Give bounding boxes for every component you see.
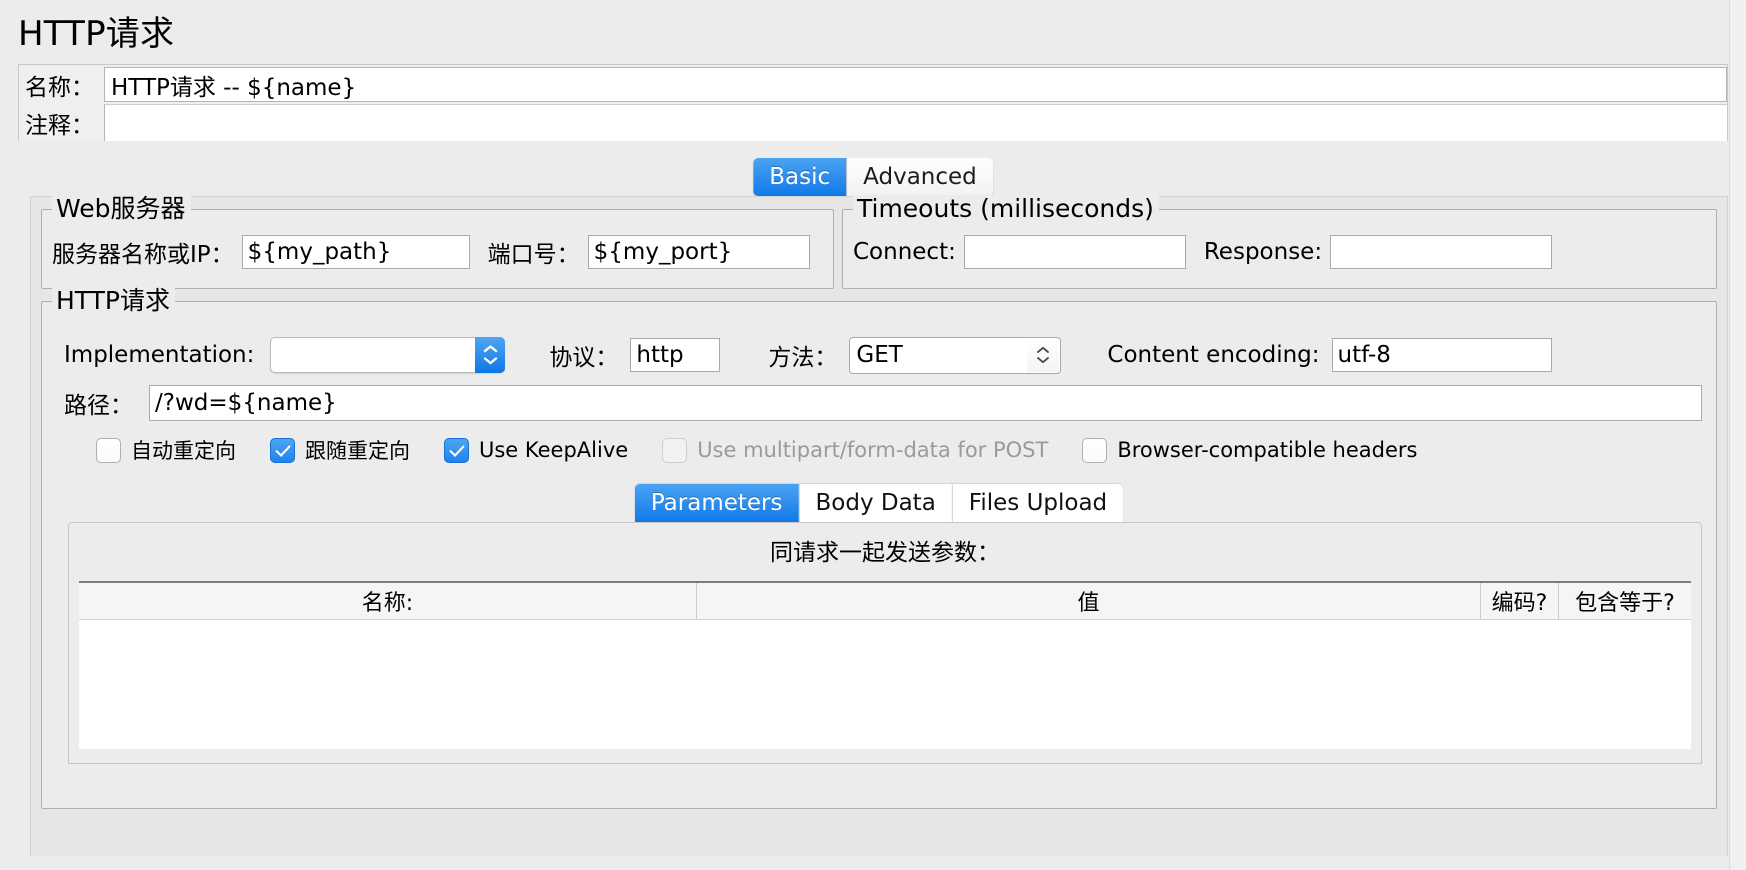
name-row: 名称： HTTP请求 -- ${name} <box>19 65 1727 104</box>
parameters-caption: 同请求一起发送参数： <box>770 540 1000 566</box>
checkbox-label: 跟随重定向 <box>305 439 410 463</box>
content-encoding-label: Content encoding: <box>1107 342 1320 368</box>
vertical-scrollbar[interactable] <box>1729 0 1746 870</box>
comment-row: 注释： <box>19 104 1727 141</box>
basic-panel: Web服务器 服务器名称或IP： ${my_path} 端口号： ${my_po… <box>30 195 1728 856</box>
inner-tabbar: Parameters Body Data Files Upload <box>634 484 1124 522</box>
content-encoding-input[interactable]: utf-8 <box>1331 338 1552 372</box>
path-row: 路径： /?wd=${name} <box>42 372 1716 422</box>
tab-basic[interactable]: Basic <box>753 158 848 196</box>
checkbox-box[interactable] <box>96 437 121 463</box>
path-label: 路径： <box>64 393 133 419</box>
stepper-updown-icon[interactable] <box>1027 338 1060 372</box>
server-name-label: 服务器名称或IP： <box>52 242 234 268</box>
page-title: HTTP请求 <box>18 14 175 54</box>
tab-body-data[interactable]: Body Data <box>799 484 953 522</box>
timeouts-fields: Connect: Response: <box>853 226 1706 278</box>
http-request-group: HTTP请求 Implementation: 协议： http 方法： GET <box>41 287 1717 809</box>
column-header-value[interactable]: 值 <box>697 583 1481 619</box>
protocol-label: 协议： <box>549 345 619 371</box>
protocol-input[interactable]: http <box>630 338 721 372</box>
chevron-updown-icon[interactable] <box>475 337 506 373</box>
checkbox-use-multipart: Use multipart/form-data for POST <box>662 437 1049 463</box>
tab-advanced[interactable]: Advanced <box>847 158 993 196</box>
port-label: 端口号： <box>487 242 580 268</box>
parameters-table-body[interactable] <box>79 620 1691 749</box>
name-input[interactable]: HTTP请求 -- ${name} <box>104 67 1727 102</box>
method-label: 方法： <box>768 345 838 371</box>
parameters-table-header: 名称: 值 编码? 包含等于? <box>79 583 1691 620</box>
checkbox-auto-redirect[interactable]: 自动重定向 <box>96 435 236 465</box>
checkbox-browser-compatible-headers[interactable]: Browser-compatible headers <box>1082 437 1418 463</box>
inner-tabbar-wrap: Parameters Body Data Files Upload <box>42 484 1716 522</box>
column-header-encode[interactable]: 编码? <box>1481 583 1559 619</box>
comment-label: 注释： <box>19 104 104 141</box>
path-input[interactable]: /?wd=${name} <box>149 385 1702 421</box>
method-combo[interactable]: GET <box>849 336 1062 374</box>
connect-timeout-input[interactable] <box>963 235 1186 269</box>
http-request-group-title: HTTP请求 <box>52 287 175 315</box>
tab-parameters[interactable]: Parameters <box>634 484 800 522</box>
column-header-name[interactable]: 名称: <box>79 583 697 619</box>
checkbox-box[interactable] <box>1082 437 1108 463</box>
name-label: 名称： <box>19 65 104 104</box>
timeouts-group-title: Timeouts (milliseconds) <box>853 195 1159 223</box>
comment-input[interactable] <box>104 104 1727 141</box>
web-server-group-title: Web服务器 <box>52 195 191 223</box>
options-row: 自动重定向 跟随重定向 Use KeepAlive Use multipart/… <box>42 422 1716 466</box>
checkbox-use-keepalive[interactable]: Use KeepAlive <box>444 437 629 463</box>
connect-timeout-label: Connect: <box>853 239 956 265</box>
meta-block: 名称： HTTP请求 -- ${name} 注释： <box>18 64 1728 141</box>
checkbox-box <box>662 437 688 463</box>
response-timeout-input[interactable] <box>1330 235 1553 269</box>
implementation-row: Implementation: 协议： http 方法： GET Content… <box>42 320 1716 374</box>
port-input[interactable]: ${my_port} <box>587 235 810 269</box>
top-tabbar-wrap: Basic Advanced <box>0 158 1746 196</box>
tab-files-upload[interactable]: Files Upload <box>952 484 1124 522</box>
parameters-table: 名称: 值 编码? 包含等于? <box>79 581 1691 749</box>
response-timeout-label: Response: <box>1203 239 1323 265</box>
implementation-combo[interactable] <box>270 337 506 373</box>
server-name-input[interactable]: ${my_path} <box>241 235 470 269</box>
checkbox-box[interactable] <box>444 437 469 463</box>
parameters-panel: 同请求一起发送参数： 名称: 值 编码? 包含等于? <box>68 522 1702 764</box>
checkbox-follow-redirect[interactable]: 跟随重定向 <box>270 435 410 465</box>
checkbox-label: 自动重定向 <box>131 439 236 463</box>
checkbox-label: Browser-compatible headers <box>1117 438 1418 462</box>
implementation-label: Implementation: <box>64 342 255 368</box>
column-header-include-equals[interactable]: 包含等于? <box>1559 583 1691 619</box>
top-groups-row: Web服务器 服务器名称或IP： ${my_path} 端口号： ${my_po… <box>31 195 1727 289</box>
checkbox-box[interactable] <box>270 437 295 463</box>
method-value: GET <box>856 342 903 368</box>
checkbox-label: Use multipart/form-data for POST <box>697 438 1049 462</box>
timeouts-group: Timeouts (milliseconds) Connect: Respons… <box>842 195 1717 289</box>
web-server-fields: 服务器名称或IP： ${my_path} 端口号： ${my_port} <box>52 226 823 278</box>
top-tabbar: Basic Advanced <box>753 158 993 196</box>
checkbox-label: Use KeepAlive <box>479 438 629 462</box>
web-server-group: Web服务器 服务器名称或IP： ${my_path} 端口号： ${my_po… <box>41 195 834 289</box>
